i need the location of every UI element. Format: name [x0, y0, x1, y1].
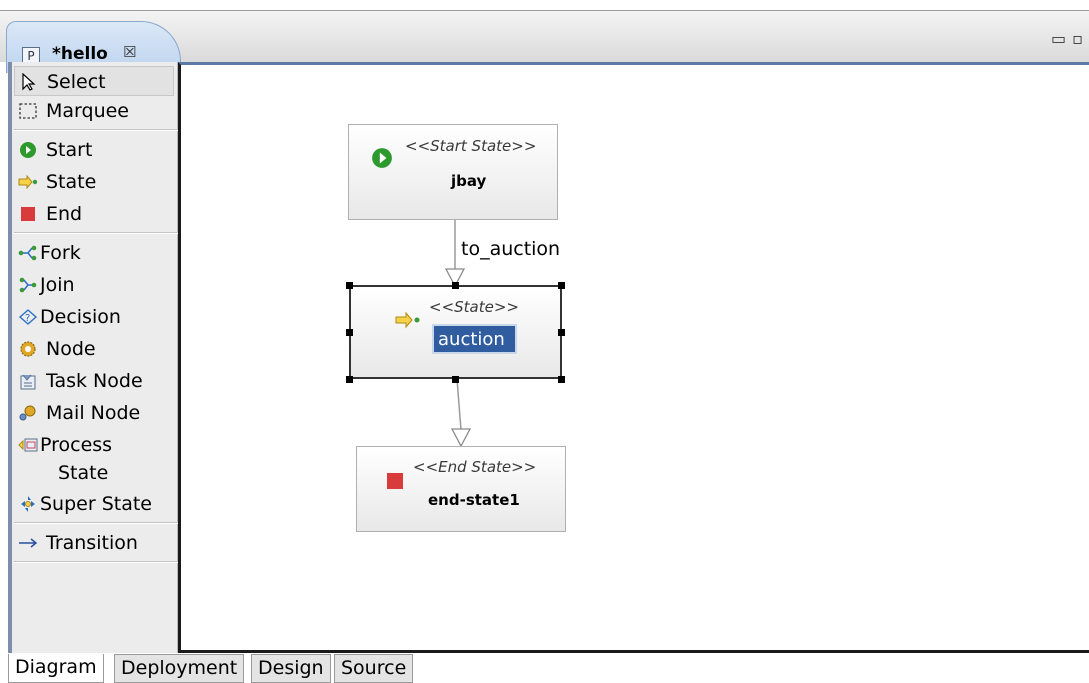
process-state-icon: [18, 438, 38, 452]
palette-item-label: Marquee: [46, 100, 129, 122]
palette-item-label: Transition: [46, 532, 138, 554]
node-name-edit-field[interactable]: auction: [432, 324, 517, 354]
palette-item-label: Join: [40, 274, 75, 296]
state-icon: [18, 174, 38, 190]
node-stereotype: <<Start State>>: [405, 137, 537, 155]
diagram-canvas[interactable]: [178, 62, 1089, 653]
selection-handle[interactable]: [452, 376, 459, 383]
palette-separator: [14, 232, 178, 234]
end-state-node[interactable]: <<End State>> end-state1: [356, 446, 566, 532]
tool-palette: Select Marquee Start State End Fork Join…: [12, 62, 178, 656]
palette-item-label: Task Node: [46, 370, 143, 392]
transition-label[interactable]: to_auction: [461, 238, 560, 260]
selection-handle[interactable]: [558, 376, 565, 383]
palette-item-transition[interactable]: Transition: [14, 528, 174, 558]
selection-handle[interactable]: [558, 282, 565, 289]
join-icon: [19, 277, 37, 293]
decision-icon: ?: [18, 309, 38, 325]
tab-design[interactable]: Design: [251, 654, 331, 683]
editor-page-tabs: Diagram Deployment Design Source: [8, 653, 1089, 683]
palette-item-mail-node[interactable]: Mail Node: [14, 398, 174, 428]
svg-text:?: ?: [25, 313, 30, 324]
fork-icon: [18, 245, 37, 261]
tab-deployment[interactable]: Deployment: [114, 654, 245, 683]
arrow-cursor-icon: [22, 73, 36, 91]
node-stereotype: <<End State>>: [413, 458, 537, 476]
selection-handle[interactable]: [346, 282, 353, 289]
palette-item-fork[interactable]: Fork: [14, 238, 174, 268]
end-icon: [21, 207, 35, 221]
tab-diagram[interactable]: Diagram: [8, 654, 104, 683]
minimize-maximize-controls[interactable]: ▭▫: [1051, 29, 1089, 48]
palette-separator: [14, 561, 178, 563]
node-name: jbay: [451, 172, 487, 190]
palette-item-node[interactable]: Node: [14, 334, 174, 364]
palette-item-start[interactable]: Start: [14, 135, 174, 165]
palette-item-select[interactable]: Select: [14, 66, 174, 96]
palette-item-label: Select: [47, 71, 106, 93]
palette-item-label-line2: State: [58, 462, 109, 484]
palette-item-label: Start: [46, 139, 93, 161]
palette-separator: [14, 522, 178, 524]
mail-node-icon: [19, 405, 36, 421]
palette-item-label: Process: [40, 434, 113, 456]
start-state-node[interactable]: <<Start State>> jbay: [348, 124, 558, 220]
palette-item-label: Node: [46, 338, 96, 360]
node-stereotype: <<State>>: [429, 298, 519, 316]
palette-item-super-state[interactable]: Super State: [14, 489, 174, 519]
palette-item-label: Decision: [40, 306, 121, 328]
palette-item-join[interactable]: Join: [14, 270, 174, 300]
palette-item-task-node[interactable]: Task Node: [14, 366, 174, 396]
palette-item-label: State: [46, 171, 97, 193]
selection-handle[interactable]: [558, 329, 565, 336]
node-icon: [20, 341, 36, 357]
selection-handle[interactable]: [346, 329, 353, 336]
palette-item-label: End: [46, 203, 83, 225]
marquee-icon: [19, 103, 37, 119]
palette-item-end[interactable]: End: [14, 199, 174, 229]
selection-handle[interactable]: [452, 282, 459, 289]
end-icon: [387, 473, 403, 489]
selection-handle[interactable]: [346, 376, 353, 383]
node-name: end-state1: [428, 491, 520, 509]
transition-arrow-icon: [19, 538, 38, 548]
palette-item-state[interactable]: State: [14, 167, 174, 197]
task-node-icon: [20, 374, 36, 390]
palette-item-decision[interactable]: ? Decision: [14, 302, 174, 332]
state-icon: [395, 311, 420, 329]
start-icon: [20, 142, 36, 158]
start-icon: [372, 148, 392, 168]
palette-separator: [14, 129, 178, 131]
editor-tab-strip: P *hello ☒ ▭▫: [0, 10, 1089, 73]
super-state-icon: [21, 496, 35, 512]
palette-item-label: Mail Node: [46, 402, 141, 424]
palette-item-process-state[interactable]: Process State: [14, 430, 174, 488]
editor-tab-title: *hello: [52, 44, 108, 64]
tab-source[interactable]: Source: [334, 654, 414, 683]
palette-item-label: Fork: [40, 242, 81, 264]
state-node-auction[interactable]: <<State>> auction: [349, 285, 562, 379]
close-tab-icon[interactable]: ☒: [123, 43, 136, 61]
palette-item-marquee[interactable]: Marquee: [14, 96, 174, 126]
palette-item-label: Super State: [40, 493, 152, 515]
